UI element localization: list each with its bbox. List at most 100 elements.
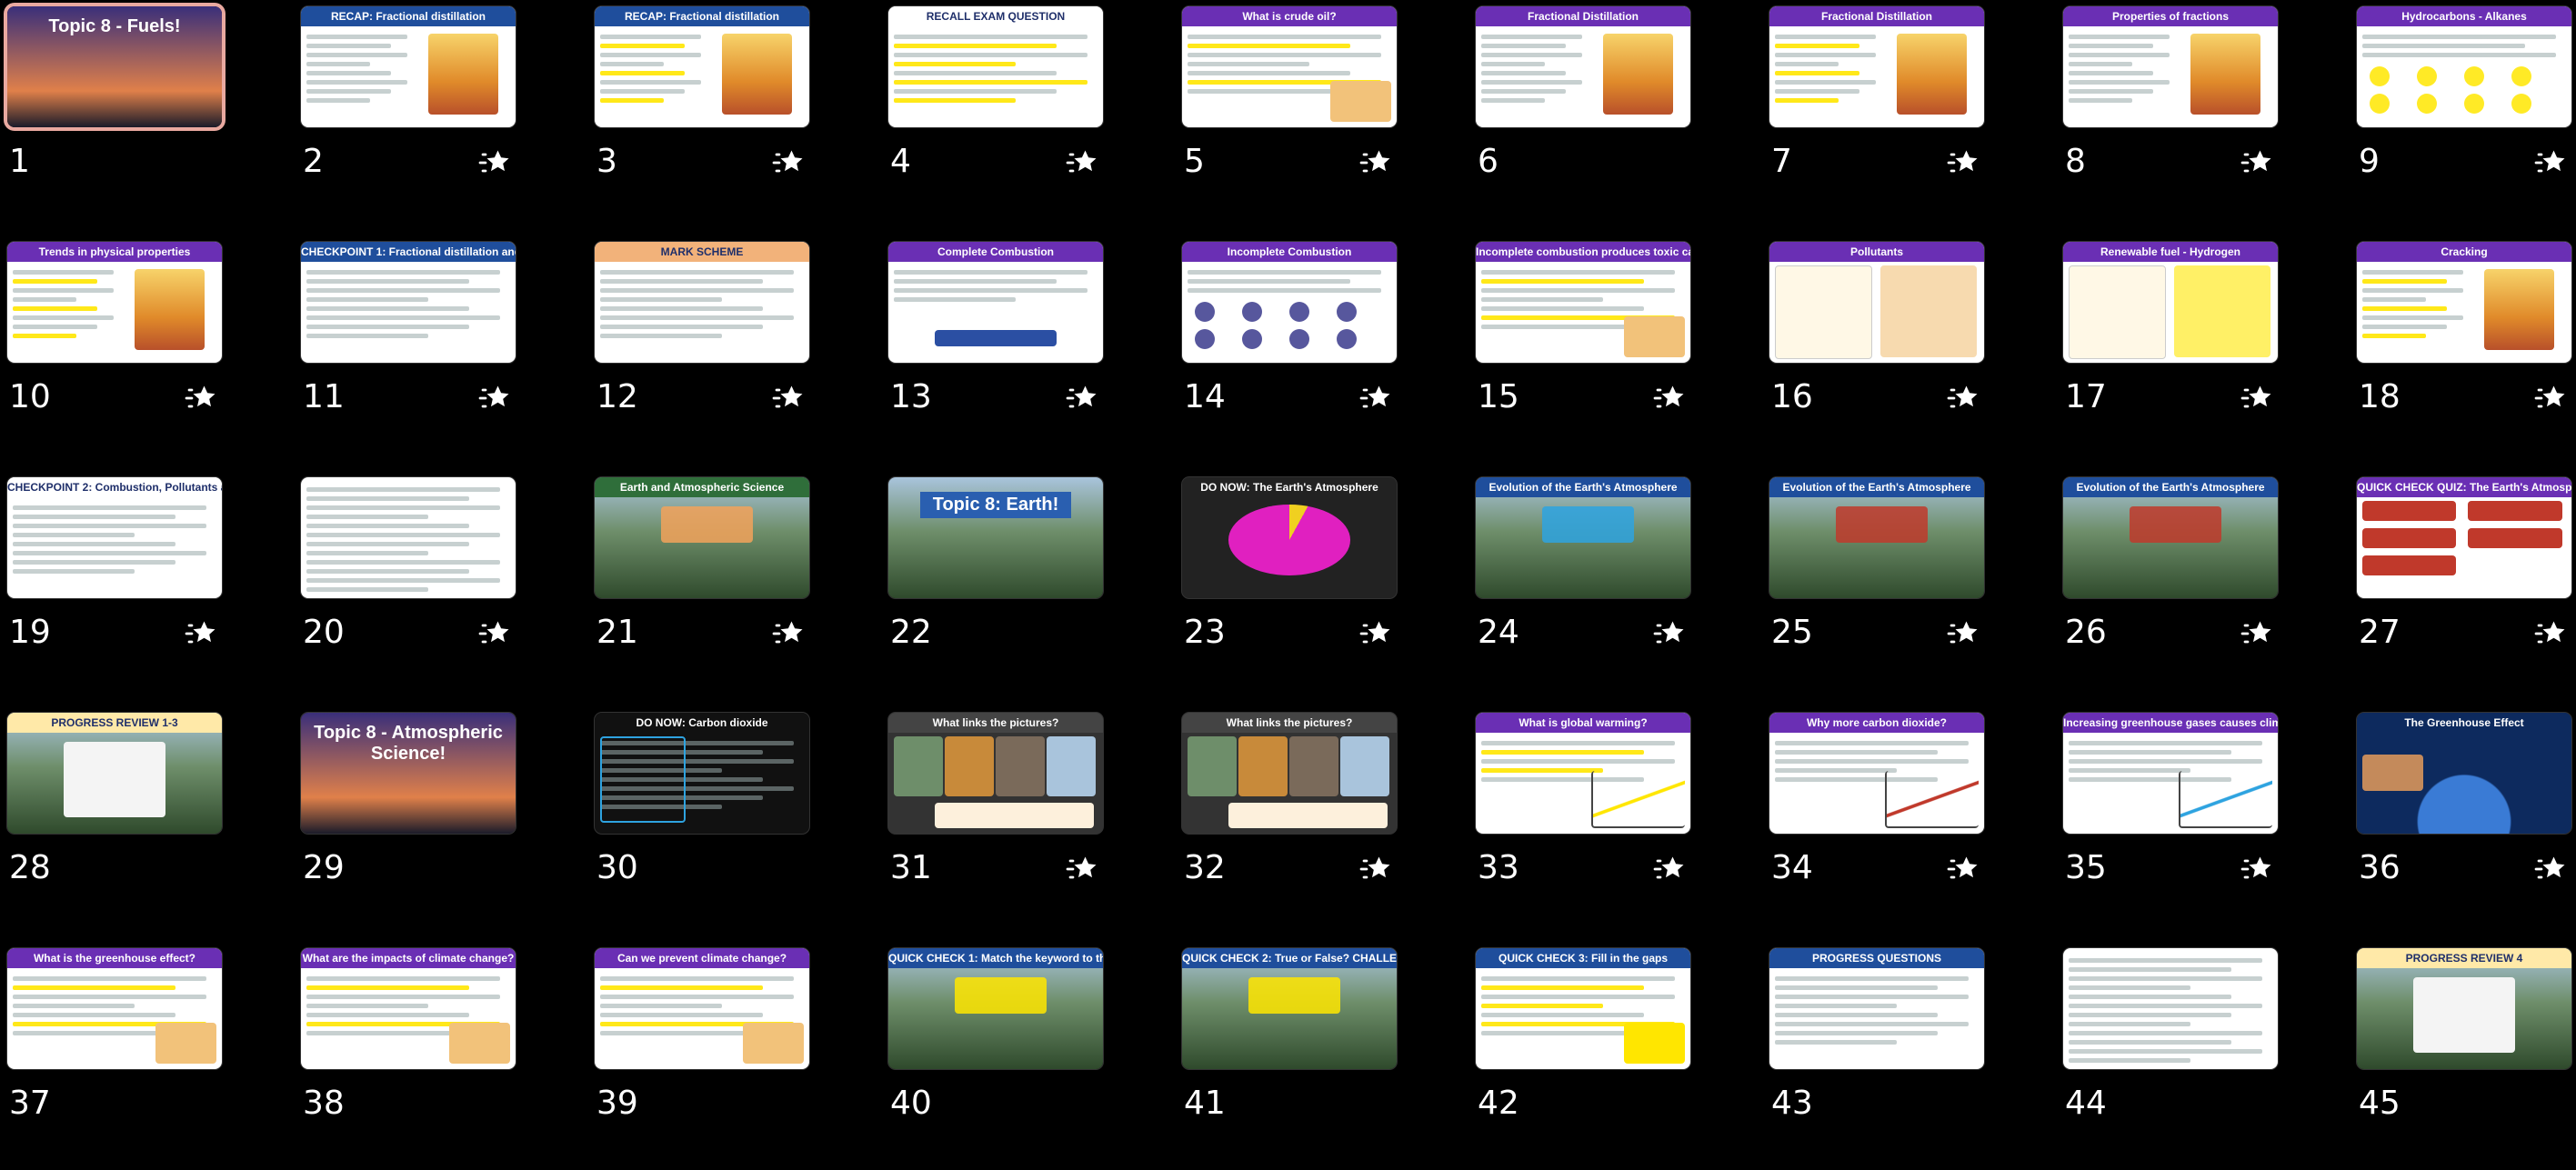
star-icon[interactable]	[1946, 382, 1979, 415]
slide-thumbnail[interactable]: What are the impacts of climate change?	[301, 948, 516, 1069]
slide-thumbnail[interactable]: Increasing greenhouse gases causes clima…	[2063, 713, 2278, 834]
slide-thumbnail[interactable]: What is the greenhouse effect?	[7, 948, 222, 1069]
star-icon[interactable]	[477, 382, 510, 415]
slide-11[interactable]: CHECKPOINT 1: Fractional distillation an…	[296, 236, 541, 464]
slide-32[interactable]: What links the pictures? 32	[1177, 707, 1422, 935]
slide-44[interactable]: 44	[2058, 943, 2303, 1170]
slide-27[interactable]: QUICK CHECK QUIZ: The Earth's Atmosphere…	[2351, 472, 2576, 699]
slide-28[interactable]: PROGRESS REVIEW 1-3 28	[2, 707, 247, 935]
star-icon[interactable]	[2533, 853, 2566, 885]
slide-thumbnail[interactable]: Pollutants	[1769, 242, 1984, 363]
star-icon[interactable]	[184, 617, 216, 650]
slide-thumbnail[interactable]: Cracking	[2357, 242, 2571, 363]
slide-42[interactable]: QUICK CHECK 3: Fill in the gaps 42	[1470, 943, 1716, 1170]
star-icon[interactable]	[1652, 853, 1685, 885]
slide-34[interactable]: Why more carbon dioxide? 34	[1764, 707, 2010, 935]
slide-6[interactable]: Fractional Distillation 6	[1470, 1, 1716, 228]
slide-33[interactable]: What is global warming? 33	[1470, 707, 1716, 935]
slide-thumbnail[interactable]: Complete Combustion	[888, 242, 1103, 363]
slide-40[interactable]: QUICK CHECK 1: Match the keyword to the …	[883, 943, 1128, 1170]
star-icon[interactable]	[2240, 382, 2272, 415]
star-icon[interactable]	[1358, 853, 1391, 885]
slide-thumbnail[interactable]: CHECKPOINT 1: Fractional distillation an…	[301, 242, 516, 363]
star-icon[interactable]	[2240, 853, 2272, 885]
slide-8[interactable]: Properties of fractions 8	[2058, 1, 2303, 228]
slide-thumbnail[interactable]: Trends in physical properties	[7, 242, 222, 363]
slide-21[interactable]: Earth and Atmospheric Science 21	[589, 472, 835, 699]
slide-thumbnail[interactable]: The Greenhouse Effect	[2357, 713, 2571, 834]
slide-36[interactable]: The Greenhouse Effect 36	[2351, 707, 2576, 935]
slide-thumbnail[interactable]: DO NOW: Carbon dioxide	[595, 713, 809, 834]
slide-23[interactable]: DO NOW: The Earth's Atmosphere 23	[1177, 472, 1422, 699]
slide-17[interactable]: Renewable fuel - Hydrogen 17	[2058, 236, 2303, 464]
slide-15[interactable]: Incomplete combustion produces toxic car…	[1470, 236, 1716, 464]
slide-thumbnail[interactable]: Properties of fractions	[2063, 6, 2278, 127]
slide-thumbnail[interactable]: QUICK CHECK 1: Match the keyword to the …	[888, 948, 1103, 1069]
slide-thumbnail[interactable]: Evolution of the Earth's Atmosphere	[1769, 477, 1984, 598]
slide-19[interactable]: CHECKPOINT 2: Combustion, Pollutants and…	[2, 472, 247, 699]
star-icon[interactable]	[2533, 617, 2566, 650]
slide-13[interactable]: Complete Combustion 13	[883, 236, 1128, 464]
slide-38[interactable]: What are the impacts of climate change? 3…	[296, 943, 541, 1170]
star-icon[interactable]	[771, 146, 804, 179]
slide-thumbnail[interactable]: Incomplete Combustion	[1182, 242, 1397, 363]
slide-thumbnail[interactable]	[2063, 948, 2278, 1069]
star-icon[interactable]	[1065, 853, 1098, 885]
slide-thumbnail[interactable]: Evolution of the Earth's Atmosphere	[2063, 477, 2278, 598]
slide-thumbnail[interactable]: Fractional Distillation	[1476, 6, 1690, 127]
star-icon[interactable]	[184, 382, 216, 415]
star-icon[interactable]	[771, 617, 804, 650]
slide-thumbnail[interactable]: QUICK CHECK QUIZ: The Earth's Atmosphere	[2357, 477, 2571, 598]
slide-thumbnail[interactable]: Renewable fuel - Hydrogen	[2063, 242, 2278, 363]
slide-thumbnail[interactable]: MARK SCHEME	[595, 242, 809, 363]
slide-25[interactable]: Evolution of the Earth's Atmosphere 25	[1764, 472, 2010, 699]
slide-thumbnail[interactable]: What is crude oil?	[1182, 6, 1397, 127]
slide-14[interactable]: Incomplete Combustion 14	[1177, 236, 1422, 464]
star-icon[interactable]	[2533, 382, 2566, 415]
star-icon[interactable]	[1946, 146, 1979, 179]
star-icon[interactable]	[477, 617, 510, 650]
star-icon[interactable]	[1652, 617, 1685, 650]
star-icon[interactable]	[2240, 146, 2272, 179]
slide-thumbnail[interactable]	[301, 477, 516, 598]
slide-7[interactable]: Fractional Distillation 7	[1764, 1, 2010, 228]
slide-thumbnail[interactable]: DO NOW: The Earth's Atmosphere	[1182, 477, 1397, 598]
star-icon[interactable]	[1358, 382, 1391, 415]
slide-thumbnail[interactable]: Can we prevent climate change?	[595, 948, 809, 1069]
slide-31[interactable]: What links the pictures? 31	[883, 707, 1128, 935]
slide-thumbnail[interactable]: CHECKPOINT 2: Combustion, Pollutants and…	[7, 477, 222, 598]
slide-thumbnail[interactable]: Evolution of the Earth's Atmosphere	[1476, 477, 1690, 598]
star-icon[interactable]	[2533, 146, 2566, 179]
slide-5[interactable]: What is crude oil? 5	[1177, 1, 1422, 228]
star-icon[interactable]	[2240, 617, 2272, 650]
slide-thumbnail[interactable]: Topic 8 - Atmospheric Science!	[301, 713, 516, 834]
slide-29[interactable]: Topic 8 - Atmospheric Science! 29	[296, 707, 541, 935]
slide-30[interactable]: DO NOW: Carbon dioxide 30	[589, 707, 835, 935]
slide-1[interactable]: Topic 8 - Fuels! 1	[2, 1, 247, 228]
slide-24[interactable]: Evolution of the Earth's Atmosphere 24	[1470, 472, 1716, 699]
slide-26[interactable]: Evolution of the Earth's Atmosphere 26	[2058, 472, 2303, 699]
slide-thumbnail[interactable]: What is global warming?	[1476, 713, 1690, 834]
slide-thumbnail[interactable]: RECAP: Fractional distillation	[301, 6, 516, 127]
star-icon[interactable]	[1946, 617, 1979, 650]
star-icon[interactable]	[1065, 382, 1098, 415]
slide-thumbnail[interactable]: Fractional Distillation	[1769, 6, 1984, 127]
slide-thumbnail[interactable]: QUICK CHECK 3: Fill in the gaps	[1476, 948, 1690, 1069]
slide-16[interactable]: Pollutants 16	[1764, 236, 2010, 464]
slide-43[interactable]: PROGRESS QUESTIONS 43	[1764, 943, 2010, 1170]
slide-20[interactable]: 20	[296, 472, 541, 699]
star-icon[interactable]	[477, 146, 510, 179]
slide-thumbnail[interactable]: Topic 8: Earth!	[888, 477, 1103, 598]
slide-thumbnail[interactable]: Earth and Atmospheric Science	[595, 477, 809, 598]
star-icon[interactable]	[771, 382, 804, 415]
star-icon[interactable]	[1358, 617, 1391, 650]
slide-2[interactable]: RECAP: Fractional distillation 2	[296, 1, 541, 228]
slide-thumbnail[interactable]: Topic 8 - Fuels!	[7, 6, 222, 127]
slide-thumbnail[interactable]: PROGRESS QUESTIONS	[1769, 948, 1984, 1069]
slide-thumbnail[interactable]: PROGRESS REVIEW 1-3	[7, 713, 222, 834]
slide-thumbnail[interactable]: QUICK CHECK 2: True or False? CHALLENGE:…	[1182, 948, 1397, 1069]
slide-18[interactable]: Cracking 18	[2351, 236, 2576, 464]
slide-thumbnail[interactable]: RECAP: Fractional distillation	[595, 6, 809, 127]
slide-45[interactable]: PROGRESS REVIEW 4 45	[2351, 943, 2576, 1170]
slide-thumbnail[interactable]: What links the pictures?	[1182, 713, 1397, 834]
